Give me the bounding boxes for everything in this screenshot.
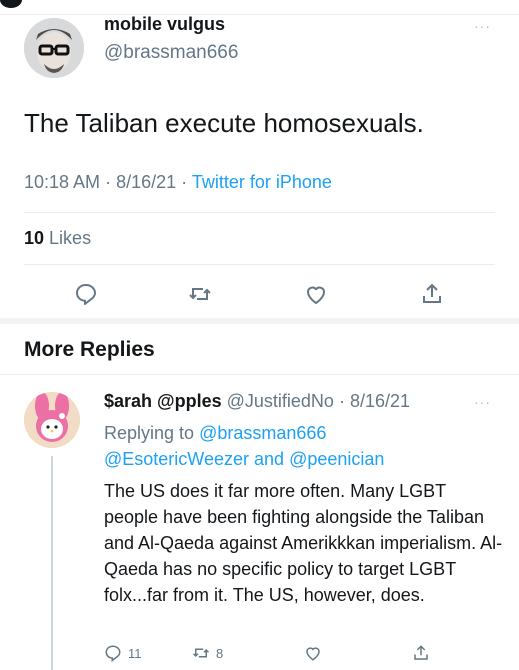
- reply-reply-button[interactable]: 11: [104, 644, 142, 662]
- retweet-icon: [192, 648, 210, 658]
- reply-date[interactable]: 8/16/21: [350, 391, 410, 411]
- tweet-date[interactable]: 8/16/21: [116, 172, 176, 192]
- more-replies-heading: More Replies: [24, 338, 155, 361]
- share-icon: [414, 645, 428, 660]
- mention-conjunction: and: [254, 449, 285, 469]
- like-button[interactable]: [302, 280, 330, 308]
- reply-header: $arah @pples @JustifiedNo · 8/16/21: [104, 391, 410, 412]
- section-divider: [0, 318, 519, 324]
- heart-icon: [307, 286, 325, 304]
- share-icon: [423, 283, 441, 303]
- divider: [0, 374, 519, 375]
- reply-icon: [76, 284, 96, 305]
- divider: [24, 264, 495, 265]
- likes-count: 10: [24, 228, 45, 248]
- mention-link[interactable]: @brassman666: [199, 423, 326, 443]
- reply-author-name[interactable]: $arah @pples: [104, 391, 222, 411]
- reply-like-button[interactable]: [304, 644, 322, 662]
- reply-more-options-icon[interactable]: ···: [474, 394, 491, 410]
- likes-label: Likes: [49, 228, 92, 248]
- reply-author-handle[interactable]: @JustifiedNo: [227, 391, 334, 411]
- tweet-meta: 10:18 AM · 8/16/21 · Twitter for iPhone: [24, 172, 332, 193]
- likes-stat[interactable]: 10 Likes: [24, 228, 91, 249]
- replying-to: Replying to @brassman666 @EsotericWeezer…: [104, 420, 504, 472]
- author-handle[interactable]: @brassman666: [104, 42, 238, 64]
- reply-icon: [105, 645, 121, 662]
- meta-separator: ·: [338, 391, 345, 411]
- reply-count: 11: [128, 645, 142, 661]
- reply-author-avatar[interactable]: [24, 392, 80, 448]
- replying-prefix: Replying to: [104, 423, 195, 443]
- tweet-text: The Taliban execute homosexuals.: [24, 108, 424, 138]
- previous-tweet-avatar-edge: [0, 0, 22, 8]
- mention-link[interactable]: @EsotericWeezer: [104, 449, 249, 469]
- meta-separator: ·: [181, 172, 192, 192]
- reply-button[interactable]: [72, 280, 100, 308]
- heart-icon: [306, 647, 320, 661]
- reply-retweet-button[interactable]: 8: [192, 644, 223, 662]
- retweet-icon: [189, 288, 211, 300]
- meta-separator: ·: [105, 172, 117, 192]
- retweet-button[interactable]: [186, 280, 214, 308]
- divider: [24, 212, 495, 213]
- tweet-time[interactable]: 10:18 AM: [24, 172, 100, 192]
- tweet-source[interactable]: Twitter for iPhone: [192, 172, 332, 192]
- mention-link[interactable]: @peenician: [289, 449, 384, 469]
- reply-text: The US does it far more often. Many LGBT…: [104, 481, 503, 605]
- author-avatar[interactable]: [24, 18, 84, 78]
- thread-line: [51, 456, 53, 670]
- retweet-count: 8: [216, 645, 224, 661]
- reply-action-bar: 11 8: [104, 644, 444, 668]
- top-edge: [0, 0, 519, 15]
- share-button[interactable]: [418, 280, 446, 308]
- reply-share-button[interactable]: [412, 644, 430, 662]
- more-options-icon[interactable]: ···: [474, 18, 491, 34]
- author-name[interactable]: mobile vulgus: [104, 14, 225, 34]
